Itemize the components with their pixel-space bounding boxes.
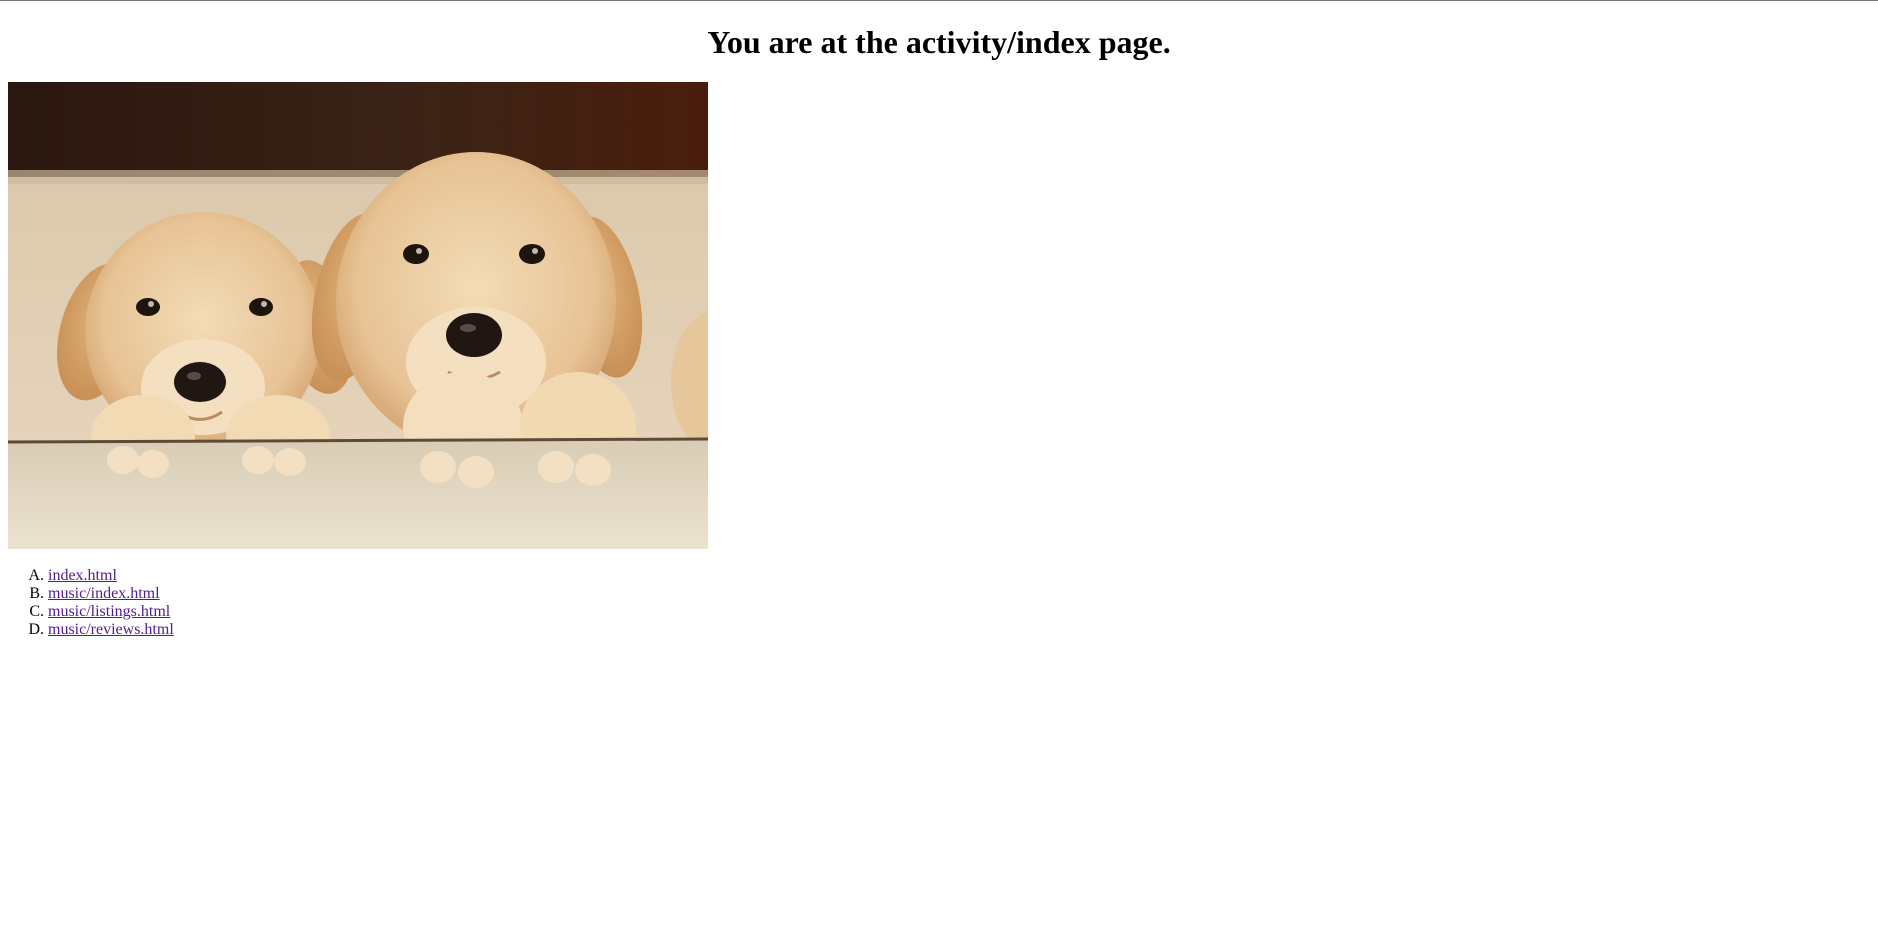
list-item: music/listings.html: [48, 603, 174, 621]
link-music-reviews[interactable]: music/reviews.html: [48, 621, 174, 638]
link-music-index[interactable]: music/index.html: [48, 585, 160, 602]
list-item: music/index.html: [48, 585, 174, 603]
page-link-list: index.html music/index.html music/listin…: [0, 567, 174, 639]
page-heading: You are at the activity/index page.: [707, 24, 1171, 60]
puppies-photo: [8, 82, 708, 549]
link-index[interactable]: index.html: [48, 567, 117, 584]
list-item: music/reviews.html: [48, 621, 174, 639]
link-music-listings[interactable]: music/listings.html: [48, 603, 170, 620]
page: You are at the activity/index page. A. i…: [0, 0, 1878, 939]
list-item: index.html: [48, 567, 174, 585]
